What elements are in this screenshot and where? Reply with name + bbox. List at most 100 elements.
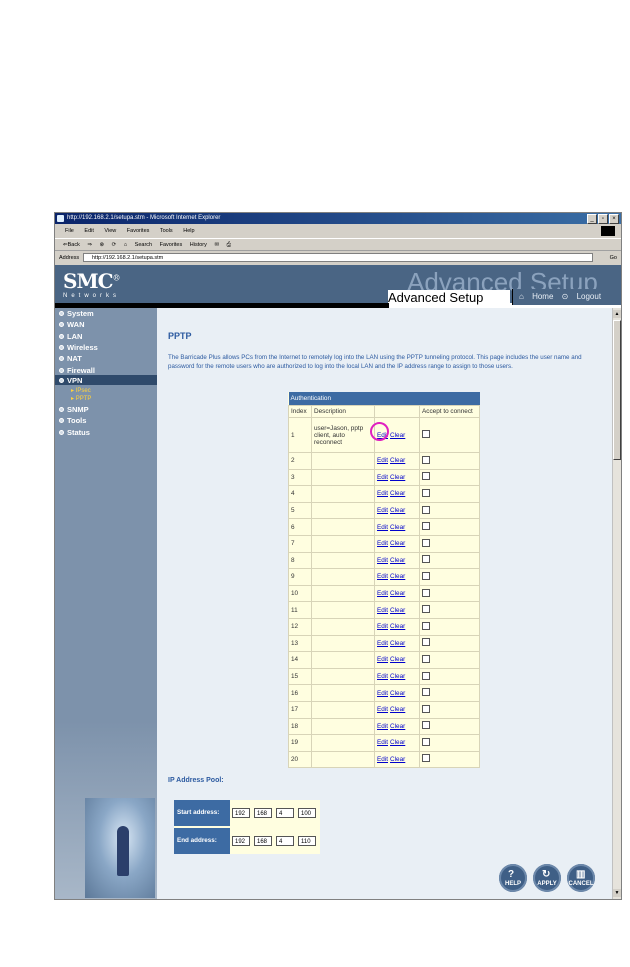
accept-checkbox[interactable] bbox=[422, 721, 430, 730]
clear-link[interactable]: Clear bbox=[390, 490, 405, 497]
accept-checkbox[interactable] bbox=[422, 704, 430, 713]
sidebar-subitem-pptp[interactable]: ▸ PPTP bbox=[71, 395, 91, 402]
edit-link[interactable]: Edit bbox=[377, 507, 388, 514]
cancel-button[interactable]: ▥ CANCEL bbox=[567, 864, 595, 892]
clear-link[interactable]: Clear bbox=[390, 457, 405, 464]
clear-link[interactable]: Clear bbox=[390, 756, 405, 763]
edit-link[interactable]: Edit bbox=[377, 640, 388, 647]
menu-edit[interactable]: Edit bbox=[84, 228, 93, 234]
clear-link[interactable]: Clear bbox=[390, 507, 405, 514]
print-icon[interactable]: ⎙ bbox=[227, 242, 231, 248]
accept-checkbox[interactable] bbox=[422, 605, 430, 614]
start-octet-2[interactable]: 168 bbox=[254, 808, 272, 818]
menu-view[interactable]: View bbox=[104, 228, 116, 234]
sidebar-item-status[interactable]: Status bbox=[59, 428, 90, 437]
minimize-icon[interactable]: _ bbox=[587, 214, 597, 224]
scroll-down-icon[interactable]: ▼ bbox=[613, 889, 621, 897]
edit-link[interactable]: Edit bbox=[377, 690, 388, 697]
clear-link[interactable]: Clear bbox=[390, 474, 405, 481]
edit-link[interactable]: Edit bbox=[377, 490, 388, 497]
sidebar-item-tools[interactable]: Tools bbox=[59, 416, 86, 425]
edit-link[interactable]: Edit bbox=[377, 623, 388, 630]
edit-link[interactable]: Edit bbox=[377, 457, 388, 464]
back-button[interactable]: ⇐Back bbox=[63, 242, 80, 248]
sidebar-item-snmp[interactable]: SNMP bbox=[59, 405, 89, 414]
edit-link[interactable]: Edit bbox=[377, 706, 388, 713]
accept-checkbox[interactable] bbox=[422, 455, 430, 464]
sidebar-item-vpn[interactable]: VPN bbox=[59, 376, 82, 385]
edit-link[interactable]: Edit bbox=[377, 673, 388, 680]
clear-link[interactable]: Clear bbox=[390, 524, 405, 531]
refresh-icon[interactable]: ⟳ bbox=[112, 242, 117, 248]
edit-link[interactable]: Edit bbox=[377, 474, 388, 481]
accept-checkbox[interactable] bbox=[422, 621, 430, 630]
sidebar-item-firewall[interactable]: Firewall bbox=[59, 366, 95, 375]
edit-link[interactable]: Edit bbox=[377, 739, 388, 746]
accept-checkbox[interactable] bbox=[422, 654, 430, 663]
logout-link[interactable]: ⊙ Logout bbox=[562, 292, 601, 301]
accept-checkbox[interactable] bbox=[422, 571, 430, 580]
scroll-thumb[interactable] bbox=[613, 320, 621, 460]
edit-link[interactable]: Edit bbox=[377, 756, 388, 763]
home-link[interactable]: ⌂ Home bbox=[519, 292, 553, 301]
scroll-up-icon[interactable]: ▲ bbox=[613, 310, 621, 318]
accept-checkbox[interactable] bbox=[422, 754, 430, 763]
address-input[interactable]: http://192.168.2.1/setupa.stm bbox=[83, 253, 593, 262]
clear-link[interactable]: Clear bbox=[390, 432, 405, 439]
forward-button[interactable]: ⇒ bbox=[87, 242, 92, 248]
maximize-icon[interactable]: ▫ bbox=[598, 214, 608, 224]
clear-link[interactable]: Clear bbox=[390, 690, 405, 697]
accept-checkbox[interactable] bbox=[422, 638, 430, 647]
favorites-button[interactable]: Favorites bbox=[160, 242, 183, 248]
sidebar-subitem-ipsec[interactable]: ▸ IPsec bbox=[71, 387, 91, 394]
start-octet-4[interactable]: 100 bbox=[298, 808, 316, 818]
sidebar-item-system[interactable]: System bbox=[59, 309, 94, 318]
end-octet-4[interactable]: 110 bbox=[298, 836, 316, 846]
accept-checkbox[interactable] bbox=[422, 737, 430, 746]
start-octet-3[interactable]: 4 bbox=[276, 808, 294, 818]
help-button[interactable]: ? HELP bbox=[499, 864, 527, 892]
menu-help[interactable]: Help bbox=[183, 228, 194, 234]
accept-checkbox[interactable] bbox=[422, 488, 430, 497]
end-octet-3[interactable]: 4 bbox=[276, 836, 294, 846]
edit-link[interactable]: Edit bbox=[377, 540, 388, 547]
clear-link[interactable]: Clear bbox=[390, 673, 405, 680]
edit-link[interactable]: Edit bbox=[377, 656, 388, 663]
clear-link[interactable]: Clear bbox=[390, 540, 405, 547]
stop-icon[interactable]: ⊗ bbox=[100, 242, 105, 248]
menu-tools[interactable]: Tools bbox=[160, 228, 173, 234]
clear-link[interactable]: Clear bbox=[390, 590, 405, 597]
clear-link[interactable]: Clear bbox=[390, 573, 405, 580]
clear-link[interactable]: Clear bbox=[390, 557, 405, 564]
clear-link[interactable]: Clear bbox=[390, 656, 405, 663]
clear-link[interactable]: Clear bbox=[390, 623, 405, 630]
edit-link[interactable]: Edit bbox=[377, 723, 388, 730]
home-icon[interactable]: ⌂ bbox=[124, 242, 127, 248]
clear-link[interactable]: Clear bbox=[390, 723, 405, 730]
end-octet-2[interactable]: 168 bbox=[254, 836, 272, 846]
accept-checkbox[interactable] bbox=[422, 688, 430, 697]
accept-checkbox[interactable] bbox=[422, 671, 430, 680]
vertical-scrollbar[interactable]: ▲ ▼ bbox=[612, 308, 621, 899]
edit-link[interactable]: Edit bbox=[377, 557, 388, 564]
history-button[interactable]: History bbox=[190, 242, 207, 248]
clear-link[interactable]: Clear bbox=[390, 607, 405, 614]
edit-link[interactable]: Edit bbox=[377, 573, 388, 580]
sidebar-item-lan[interactable]: LAN bbox=[59, 332, 82, 341]
accept-checkbox[interactable] bbox=[422, 555, 430, 564]
clear-link[interactable]: Clear bbox=[390, 739, 405, 746]
go-button[interactable]: Go bbox=[610, 252, 617, 264]
start-octet-1[interactable]: 192 bbox=[232, 808, 250, 818]
clear-link[interactable]: Clear bbox=[390, 706, 405, 713]
edit-link[interactable]: Edit bbox=[377, 590, 388, 597]
accept-checkbox[interactable] bbox=[422, 505, 430, 514]
search-button[interactable]: Search bbox=[135, 242, 152, 248]
edit-link[interactable]: Edit bbox=[377, 524, 388, 531]
clear-link[interactable]: Clear bbox=[390, 640, 405, 647]
accept-checkbox[interactable] bbox=[422, 430, 430, 438]
close-icon[interactable]: × bbox=[609, 214, 619, 224]
apply-button[interactable]: ↻ APPLY bbox=[533, 864, 561, 892]
accept-checkbox[interactable] bbox=[422, 522, 430, 531]
sidebar-item-wireless[interactable]: Wireless bbox=[59, 343, 98, 352]
mail-icon[interactable]: ✉ bbox=[214, 242, 219, 248]
